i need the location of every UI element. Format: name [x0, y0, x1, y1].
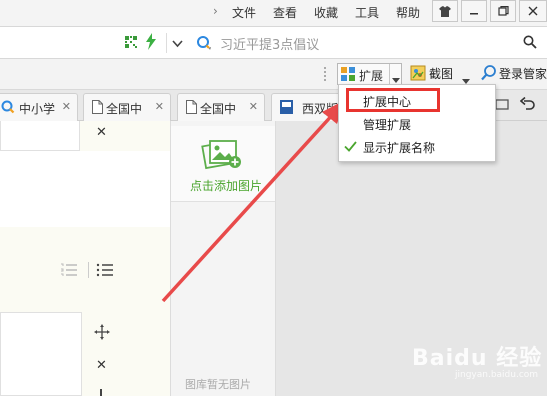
restore-icon[interactable] [490, 0, 516, 22]
ordered-list-icon[interactable] [60, 262, 78, 281]
tab[interactable]: 全国中 ✕ [83, 93, 171, 121]
address-bar: 习近平提3点倡议 [0, 26, 547, 59]
minimize-icon[interactable] [461, 0, 487, 22]
extensions-button[interactable]: 扩展 [337, 63, 402, 85]
tab-list-icon[interactable] [495, 98, 509, 115]
login-manager-button[interactable]: 登录管家 [499, 65, 547, 82]
tab[interactable]: 中小学 ✕ [0, 93, 78, 121]
move-icon[interactable] [94, 324, 110, 343]
search-box[interactable]: 习近平提3点倡议 [190, 31, 547, 55]
add-image-label: 点击添加图片 [190, 179, 263, 193]
watermark: Baidu 经验 [412, 346, 543, 371]
tab-close-icon[interactable]: ✕ [62, 100, 71, 113]
menu-item-extension-center[interactable]: 扩展中心 [363, 93, 411, 110]
editor-text-area[interactable] [0, 151, 170, 227]
tab-label: 全国中 [200, 102, 237, 116]
unordered-list-icon[interactable] [96, 262, 114, 281]
menu-item-file[interactable]: 文件 [232, 4, 256, 21]
add-image-icon [201, 138, 243, 175]
search-input[interactable]: 习近平提3点倡议 [220, 34, 319, 53]
menu-bar: › 文件 查看 收藏 工具 帮助 [0, 0, 547, 26]
extensions-icon [341, 67, 356, 85]
skin-icon[interactable] [432, 0, 458, 22]
login-manager-icon[interactable] [481, 65, 497, 84]
editor-block[interactable] [0, 312, 82, 396]
menu-item-favorites[interactable]: 收藏 [314, 4, 338, 21]
tab[interactable]: 西双版 [271, 93, 341, 121]
menu-item-manage-extensions[interactable]: 管理扩展 [363, 116, 411, 133]
empty-gallery-label: 图库暂无图片 [185, 378, 251, 391]
search-engine-icon [1, 100, 15, 117]
close-icon[interactable]: ✕ [96, 125, 107, 140]
close-icon[interactable]: ✕ [96, 358, 107, 373]
menu-item-help[interactable]: 帮助 [396, 4, 420, 21]
tab-close-icon[interactable]: ✕ [155, 100, 164, 113]
search-icon[interactable] [523, 35, 537, 52]
extensions-menu: 扩展中心 管理扩展 显示扩展名称 [338, 84, 496, 162]
menu-item-view[interactable]: 查看 [273, 4, 297, 21]
tab-label: 全国中 [106, 102, 143, 116]
divider [389, 64, 390, 84]
close-window-icon[interactable] [519, 0, 547, 22]
extensions-label: 扩展 [359, 69, 384, 83]
chevron-down-icon[interactable] [172, 37, 183, 51]
page-icon [92, 100, 103, 117]
page-icon [186, 100, 197, 117]
editor-title-field[interactable] [0, 121, 80, 151]
divider [88, 262, 89, 278]
menu-item-show-extension-names[interactable]: 显示扩展名称 [363, 139, 435, 156]
drag-handle-icon[interactable] [100, 389, 102, 396]
menu-item-tools[interactable]: 工具 [355, 4, 379, 21]
screenshot-icon[interactable] [410, 65, 426, 84]
qr-code-icon[interactable] [124, 35, 138, 52]
checkmark-icon [344, 141, 357, 155]
toolbar-grip [324, 67, 326, 81]
tab-close-icon[interactable]: ✕ [249, 100, 258, 113]
divider [166, 33, 167, 53]
screenshot-button[interactable]: 截图 [429, 65, 453, 82]
lightning-icon[interactable] [145, 33, 157, 53]
tab[interactable]: 全国中 ✕ [177, 93, 265, 121]
undo-icon[interactable] [519, 96, 536, 114]
add-image-button[interactable]: 点击添加图片 [171, 126, 275, 202]
menu-chevron-icon[interactable]: › [213, 4, 218, 18]
book-icon [280, 100, 293, 117]
watermark-url: jingyan.baidu.com [455, 370, 539, 380]
tab-label: 西双版 [302, 102, 339, 116]
tab-label: 中小学 [19, 102, 56, 116]
search-engine-icon[interactable] [196, 35, 214, 54]
